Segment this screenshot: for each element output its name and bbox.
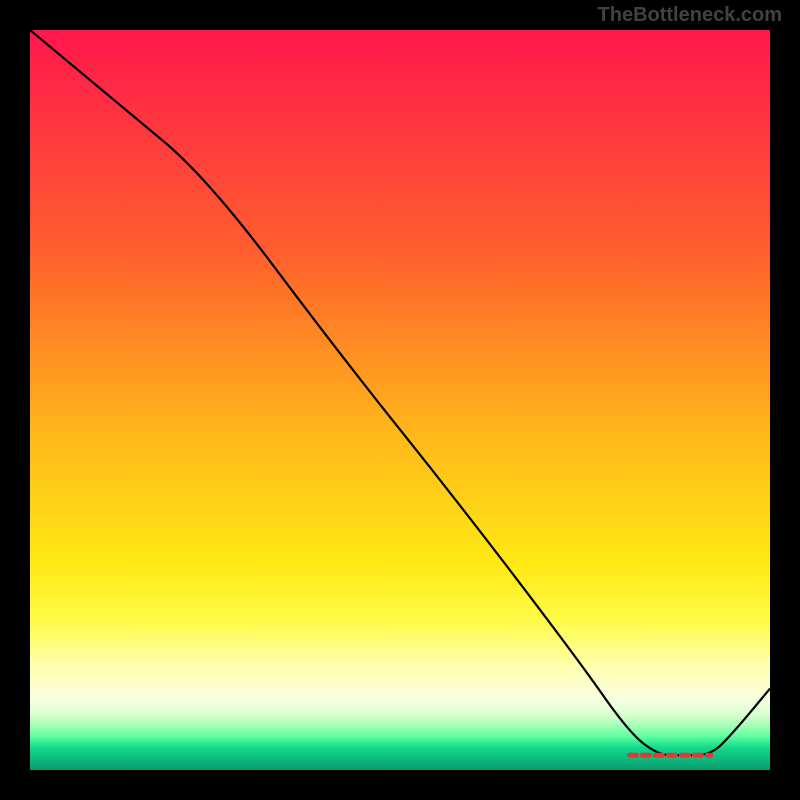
chart-root: { "watermark": "TheBottleneck.com", "gra… <box>0 0 800 800</box>
gradient-background <box>30 30 770 770</box>
watermark-text: TheBottleneck.com <box>598 4 782 27</box>
plot-area <box>30 30 770 770</box>
